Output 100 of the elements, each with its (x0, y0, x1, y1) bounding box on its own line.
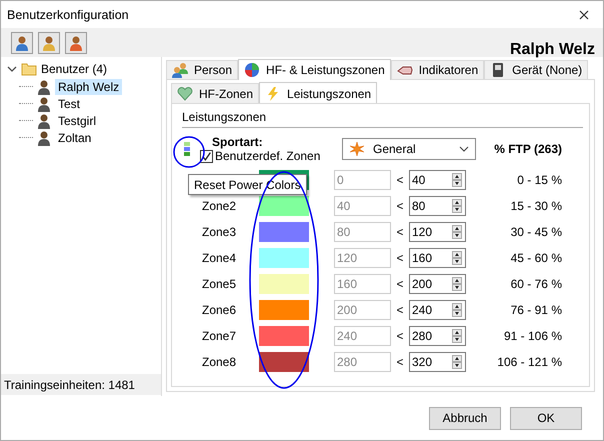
percent-range: 60 - 76 % (510, 277, 563, 291)
tree-item[interactable]: Zoltan (55, 130, 94, 146)
zone-label: Zone8 (202, 355, 236, 369)
spin-up-icon[interactable] (452, 303, 462, 310)
add-user-button[interactable] (11, 32, 33, 54)
color-swatch[interactable] (259, 274, 309, 294)
close-icon[interactable] (579, 10, 589, 20)
tree-item[interactable]: Testgirl (55, 112, 100, 128)
less-than-sign: < (395, 277, 404, 291)
custom-zones-checkbox[interactable]: Benutzerdef. Zonen (200, 149, 342, 163)
spin-box[interactable]: 40 (409, 170, 466, 190)
edit-user-button[interactable] (38, 32, 60, 54)
spin-box[interactable]: 280 (409, 326, 466, 346)
zone-label: Zone6 (202, 303, 236, 317)
input-field: 120 (334, 248, 391, 268)
spin-down-icon[interactable] (452, 310, 462, 317)
color-swatch[interactable] (259, 222, 309, 242)
percent-range: 15 - 30 % (510, 199, 563, 213)
section-title: Leistungszonen (182, 110, 268, 124)
input-field: 80 (334, 222, 391, 242)
spin-down-icon[interactable] (452, 336, 462, 343)
percent-range: 106 - 121 % (496, 355, 563, 369)
heart-icon (177, 86, 193, 102)
less-than-sign: < (395, 303, 404, 317)
percent-range: 30 - 45 % (510, 225, 563, 239)
spin-up-icon[interactable] (452, 329, 462, 336)
input-field: 200 (334, 300, 391, 320)
zone-label: Zone3 (202, 225, 236, 239)
sport-dropdown[interactable]: General (342, 138, 476, 160)
zone-label: Zone7 (202, 329, 236, 343)
user-name: Ralph Welz (510, 40, 595, 58)
checkmark-icon (201, 150, 212, 162)
person-icon (36, 130, 52, 146)
tree-item[interactable]: Benutzer (4) (41, 62, 108, 76)
spin-down-icon[interactable] (452, 258, 462, 265)
chevron-down-icon (459, 146, 469, 152)
less-than-sign: < (395, 251, 404, 265)
person-icon (36, 112, 52, 128)
dialog-button[interactable]: Abbruch (429, 406, 501, 430)
color-swatch[interactable] (259, 352, 309, 372)
color-swatch[interactable] (259, 196, 309, 216)
tab[interactable]: Person (166, 60, 238, 79)
tab[interactable]: HF- & Leistungszonen (238, 59, 391, 80)
spin-box[interactable]: 200 (409, 274, 466, 294)
percent-range: 45 - 60 % (510, 251, 563, 265)
spin-box[interactable]: 80 (409, 196, 466, 216)
input-field: 280 (334, 352, 391, 372)
column-header: % FTP (263) (493, 142, 563, 156)
person-icon (36, 78, 52, 94)
dialog-button[interactable]: OK (510, 406, 582, 430)
tree-item[interactable]: Test (55, 96, 84, 112)
folder-icon (21, 61, 37, 77)
spin-up-icon[interactable] (452, 277, 462, 284)
tab[interactable]: Indikatoren (390, 60, 484, 79)
spin-box[interactable]: 120 (409, 222, 466, 242)
spin-down-icon[interactable] (452, 284, 462, 291)
window-title: Benutzerkonfiguration (7, 8, 129, 22)
less-than-sign: < (395, 225, 404, 239)
input-field: 240 (334, 326, 391, 346)
input-field: 40 (334, 196, 391, 216)
percent-range: 0 - 15 % (516, 173, 563, 187)
zone-label: Zone4 (202, 251, 236, 265)
spin-box[interactable]: 240 (409, 300, 466, 320)
spin-up-icon[interactable] (452, 251, 462, 258)
color-swatch[interactable] (259, 248, 309, 268)
user-edit-icon (41, 34, 57, 50)
less-than-sign: < (395, 173, 404, 187)
zone-label: Zone5 (202, 277, 236, 291)
less-than-sign: < (395, 355, 404, 369)
star-burst-icon (349, 141, 365, 157)
zone-label: Zone2 (202, 199, 236, 213)
spin-box[interactable]: 160 (409, 248, 466, 268)
spin-down-icon[interactable] (452, 362, 462, 369)
color-bars-icon[interactable] (182, 141, 192, 157)
less-than-sign: < (395, 329, 404, 343)
input-field: 0 (334, 170, 391, 190)
pie-chart-icon (244, 62, 260, 78)
color-swatch[interactable] (259, 326, 309, 346)
spin-up-icon[interactable] (452, 173, 462, 180)
percent-range: 91 - 106 % (502, 329, 563, 343)
tree-item[interactable]: Ralph Welz (55, 78, 122, 94)
spin-down-icon[interactable] (452, 180, 462, 187)
spin-down-icon[interactable] (452, 206, 462, 213)
spin-box[interactable]: 320 (409, 352, 466, 372)
spin-up-icon[interactable] (452, 199, 462, 206)
person-icon (36, 96, 52, 112)
spin-down-icon[interactable] (452, 232, 462, 239)
color-swatch[interactable] (259, 300, 309, 320)
sport-label: Sportart: (212, 135, 264, 149)
percent-range: 76 - 91 % (510, 303, 563, 317)
tab[interactable]: Gerät (None) (484, 60, 588, 79)
remove-user-button[interactable] (65, 32, 87, 54)
spin-up-icon[interactable] (452, 225, 462, 232)
less-than-sign: < (395, 199, 404, 213)
user-remove-icon (68, 34, 84, 50)
tab[interactable]: Leistungszonen (259, 82, 378, 104)
status-bar: Trainingseinheiten: 1481 (1, 374, 161, 395)
tab[interactable]: HF-Zonen (171, 83, 260, 103)
user-add-icon (14, 34, 30, 50)
spin-up-icon[interactable] (452, 355, 462, 362)
